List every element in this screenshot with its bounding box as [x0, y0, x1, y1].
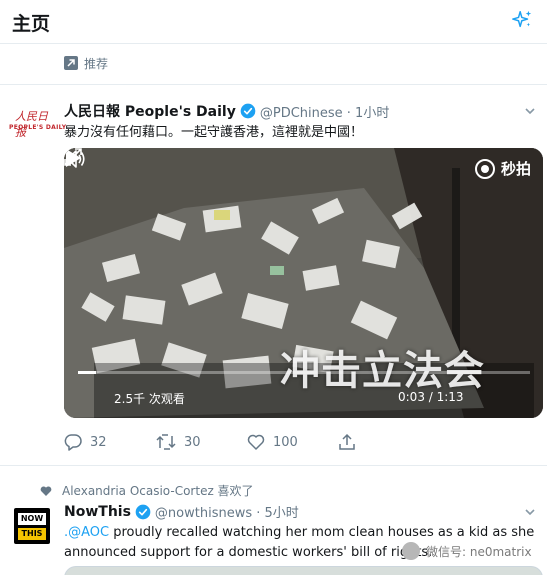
video-progress-fill [78, 371, 97, 374]
chevron-down-icon[interactable] [523, 505, 537, 519]
social-context-label[interactable]: Alexandria Ocasio-Cortez 喜欢了 [62, 482, 254, 499]
share-icon [339, 433, 355, 450]
promoted-label: 推荐 [84, 56, 109, 71]
reply-count: 32 [90, 434, 107, 450]
avatar-logo-line2: THIS [18, 528, 46, 540]
heart-filled-icon [40, 485, 52, 496]
camera-icon [474, 158, 495, 179]
avatar[interactable]: 人民日报 PEOPLE'S DAILY [9, 108, 66, 142]
fullscreen-icon[interactable] [64, 148, 82, 166]
social-context: Alexandria Ocasio-Cortez 喜欢了 [40, 482, 254, 499]
wechat-icon [402, 542, 420, 560]
top-header: 主页 [0, 0, 547, 44]
avatar-logo-line1: NOW [18, 513, 46, 525]
watermark-label: 秒拍 [500, 160, 531, 178]
author-name[interactable]: 人民日報 People's Daily [64, 101, 236, 121]
video-time: 0:03 / 1:13 [398, 390, 464, 404]
divider [0, 465, 547, 466]
share-button[interactable] [338, 433, 364, 451]
media-card-peek[interactable] [64, 566, 543, 575]
like-count: 100 [273, 434, 298, 450]
page-title: 主页 [12, 13, 51, 35]
author-handle[interactable]: @PDChinese · 1小时 [260, 102, 389, 121]
avatar-logo-subtext: PEOPLE'S DAILY [9, 124, 67, 131]
tweet-actions: 32 30 100 [64, 433, 484, 453]
sparkle-icon[interactable] [511, 9, 533, 31]
reply-icon [64, 434, 82, 451]
verified-badge-icon [240, 103, 256, 119]
tweet-text: 暴力沒有任何藉口。一起守護香港，這裡就是中國！ [64, 125, 364, 140]
retweet-count: 30 [184, 434, 201, 450]
retweet-icon [156, 434, 176, 450]
video-progress-bar[interactable] [78, 371, 530, 374]
author-handle[interactable]: @nowthisnews · 5小时 [155, 502, 299, 521]
chevron-down-icon[interactable] [523, 104, 537, 118]
video-player[interactable]: 秒拍 冲击立法会 2.5千 次观看 0:03 / 1:13 [64, 148, 543, 418]
wechat-watermark-label: 微信号: ne0matrix [426, 544, 532, 559]
heart-icon [247, 434, 265, 450]
divider [0, 84, 547, 94]
tweet-header: NowThis @nowthisnews · 5小时 [64, 502, 543, 522]
video-caption: 冲击立法会 [280, 347, 485, 394]
video-watermark: 秒拍 [474, 158, 531, 179]
promoted-arrow-icon [64, 56, 78, 70]
view-count: 2.5千 次观看 [114, 392, 185, 406]
retweet-button[interactable]: 30 [156, 433, 201, 451]
verified-badge-icon [135, 504, 151, 519]
mention-link[interactable]: .@AOC [64, 525, 109, 540]
author-name[interactable]: NowThis [64, 504, 131, 520]
avatar[interactable]: NOW THIS [14, 508, 50, 544]
reply-button[interactable]: 32 [64, 433, 107, 451]
tweet-header: 人民日報 People's Daily @PDChinese · 1小时 [64, 101, 389, 121]
like-button[interactable]: 100 [247, 433, 298, 451]
promoted-indicator: 推荐 [64, 54, 108, 72]
wechat-watermark: 微信号: ne0matrix [402, 542, 532, 560]
